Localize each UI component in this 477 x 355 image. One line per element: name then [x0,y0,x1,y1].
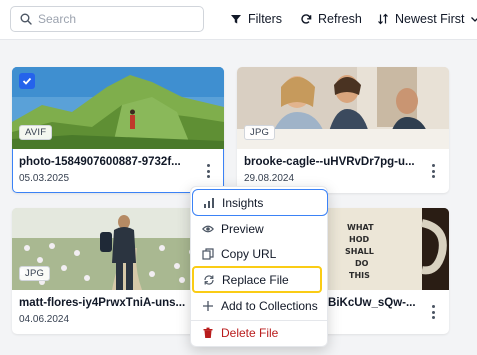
mug-text-line: THIS [349,271,370,280]
menu-item-add-to-collections[interactable]: Add to Collections [191,294,329,318]
mug-text-line: SHALL [345,247,374,256]
mug-text-line: DO [355,259,369,268]
filter-icon [231,15,241,24]
media-card[interactable]: JPG brooke-cagle--uHVRvDr7pg-u... 29.08.… [237,67,449,193]
refresh-label: Refresh [318,12,362,26]
menu-item-replace-file[interactable]: Replace File [192,266,322,293]
filters-label: Filters [248,12,283,26]
sort-label: Newest First [395,12,465,26]
menu-item-preview[interactable]: Preview [191,217,329,241]
toolbar: Filters Refresh Newest First [0,0,477,40]
replace-icon [204,274,214,285]
trash-icon [203,327,213,338]
more-options-icon[interactable] [204,164,212,178]
file-type-badge: JPG [244,125,276,140]
sort-icon [378,13,388,25]
menu-item-label: Copy URL [221,247,277,261]
media-card[interactable]: AVIF photo-1584907600887-9732f... 05.03.… [12,67,224,193]
menu-item-label: Add to Collections [221,299,318,313]
file-name: brooke-cagle--uHVRvDr7pg-u... [244,156,415,168]
more-options-icon[interactable] [429,305,437,319]
menu-item-label: Preview [221,222,264,236]
menu-item-insights[interactable]: Insights [192,189,328,216]
selected-checkbox[interactable] [19,73,35,89]
more-options-icon[interactable] [429,164,437,178]
filters-button[interactable]: Filters [230,8,282,30]
chevron-down-icon [471,17,477,22]
eye-icon [202,225,214,233]
search-icon [20,13,32,25]
context-menu: Insights Preview Copy URL Replace File A… [190,186,328,347]
file-date: 05.03.2025 [19,173,70,184]
plus-icon [203,301,213,311]
file-name: photo-1584907600887-9732f... [19,156,181,168]
menu-item-label: Replace File [222,272,289,287]
menu-item-label: Insights [222,195,264,210]
file-name: matt-flores-iy4PrwxTniA-uns... [19,297,186,309]
sort-dropdown[interactable]: Newest First [377,8,477,30]
file-type-badge: JPG [19,266,51,281]
refresh-button[interactable]: Refresh [300,8,362,30]
menu-item-delete-file[interactable]: Delete File [191,321,329,345]
mug-text-line: WHAT [347,223,374,232]
search-input[interactable] [38,12,188,26]
mug-text-line: HOD [349,235,369,244]
menu-item-label: Delete File [221,326,279,340]
menu-item-copy-url[interactable]: Copy URL [191,242,329,266]
chart-icon [204,197,214,208]
file-name: FBiKcUw_sQw-... [321,297,416,309]
file-type-badge: AVIF [19,125,53,140]
copy-icon [202,248,214,260]
file-date: 04.06.2024 [19,314,70,325]
search-box[interactable] [10,6,204,32]
refresh-icon [301,14,312,24]
file-date: 29.08.2024 [244,173,295,184]
checkmark-icon [22,77,32,85]
